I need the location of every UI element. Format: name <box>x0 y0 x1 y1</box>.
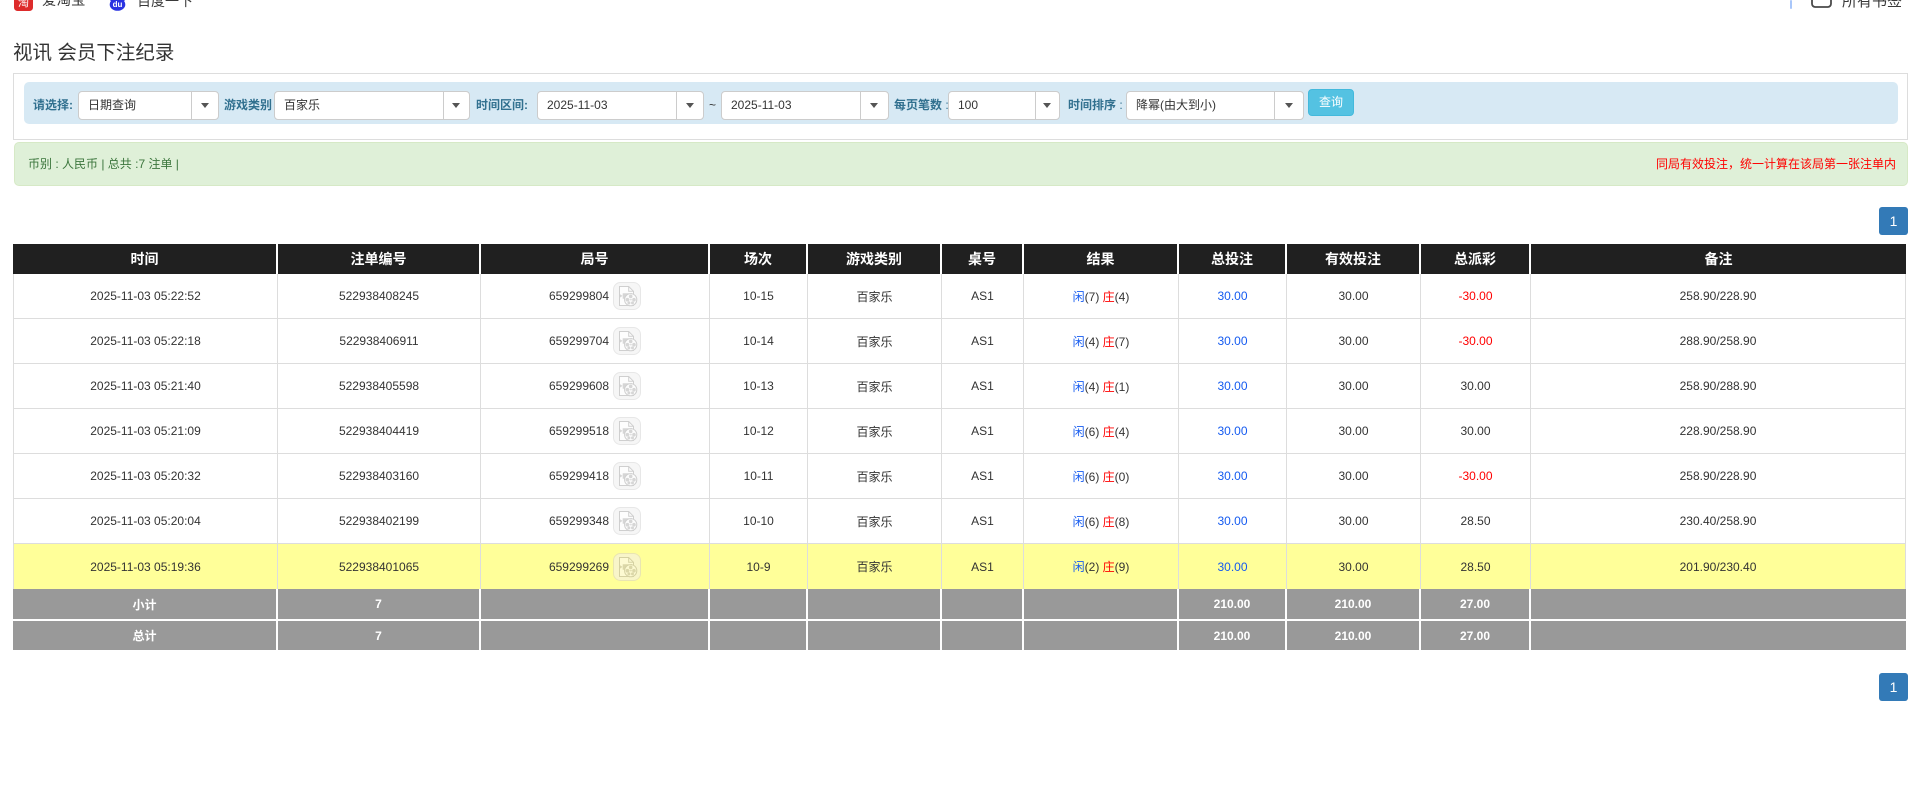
svg-text:du: du <box>113 0 123 9</box>
